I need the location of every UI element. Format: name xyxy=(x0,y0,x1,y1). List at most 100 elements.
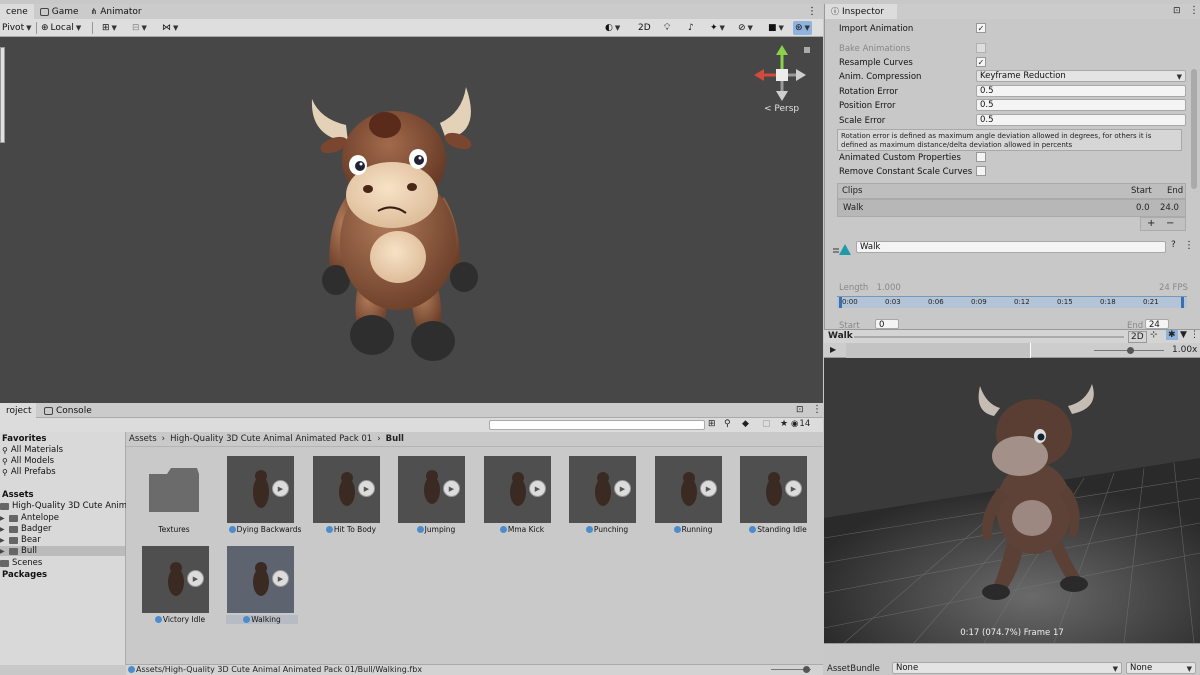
y-axis-cone[interactable] xyxy=(776,45,788,55)
neg-y-axis-cone[interactable] xyxy=(776,91,788,101)
orientation-gizmo[interactable] xyxy=(752,45,812,105)
breadcrumb-pack[interactable]: High-Quality 3D Cute Animal Animated Pac… xyxy=(170,434,372,444)
position-error-field[interactable]: 0.5 xyxy=(976,99,1186,111)
search-by-type-icon[interactable]: ⊞ xyxy=(708,419,716,429)
tab-inspector[interactable]: ⓘ Inspector xyxy=(825,4,897,19)
audio-toggle[interactable]: ♪ xyxy=(686,21,696,35)
packages-header[interactable]: Packages xyxy=(2,570,47,580)
favorite-item[interactable]: ⚲ All Models xyxy=(2,456,54,466)
preview-menu-icon[interactable]: ⋮ xyxy=(1190,330,1199,340)
start-field[interactable]: 0 xyxy=(875,319,899,330)
scene-viewport[interactable]: < Persp xyxy=(0,37,823,403)
clip-name-field[interactable]: Walk xyxy=(856,241,1166,253)
favorites-header[interactable]: Favorites xyxy=(2,434,46,444)
animated-custom-properties-checkbox[interactable] xyxy=(976,152,986,162)
clip-timeline[interactable]: 0:00 0:03 0:06 0:09 0:12 0:15 0:18 0:21 xyxy=(837,296,1187,308)
play-icon[interactable]: ▶ xyxy=(785,480,802,497)
inspector-scrollbar[interactable] xyxy=(1191,69,1197,189)
preview-2d-toggle[interactable]: 2D xyxy=(1128,331,1147,343)
search-by-label-icon[interactable]: ⚲ xyxy=(724,419,731,429)
animation-preview-viewport[interactable]: 0:17 (074.7%) Frame 17 xyxy=(824,358,1200,643)
tab-console[interactable]: Console xyxy=(38,403,98,418)
gizmos-dropdown[interactable]: ⊛ ▼ xyxy=(793,21,812,35)
tag-icon[interactable]: ◆ xyxy=(742,419,749,429)
timeline-end-marker[interactable] xyxy=(1181,297,1184,308)
tree-item-scenes[interactable]: Scenes xyxy=(0,558,42,568)
play-icon[interactable]: ▶ xyxy=(443,480,460,497)
asset-bundle-variant-dropdown[interactable]: None ▼ xyxy=(1126,662,1196,674)
pivot-dropdown[interactable]: Pivot ▼ xyxy=(0,21,33,35)
chevron-right-icon: ▶ xyxy=(0,547,5,555)
play-icon[interactable]: ▶ xyxy=(529,480,546,497)
anim-compression-dropdown[interactable]: Keyframe Reduction ▼ xyxy=(976,70,1186,82)
favorite-star-icon[interactable]: ★ xyxy=(780,419,788,429)
import-animation-checkbox[interactable]: ✓ xyxy=(976,23,986,33)
speed-slider-thumb[interactable] xyxy=(1127,347,1134,354)
grid-snap-button[interactable]: ⊞ ▼ xyxy=(100,21,119,35)
panel-menu-icon[interactable]: ⋮ xyxy=(812,404,822,415)
play-icon[interactable]: ▶ xyxy=(614,480,631,497)
play-icon[interactable]: ▶ xyxy=(272,570,289,587)
remove-clip-button[interactable]: − xyxy=(1166,218,1174,229)
tree-item-root[interactable]: High-Quality 3D Cute Anima xyxy=(0,501,132,511)
slider-thumb[interactable] xyxy=(803,666,810,673)
play-icon[interactable]: ▶ xyxy=(272,480,289,497)
rotation-error-field[interactable]: 0.5 xyxy=(976,85,1186,97)
pivot-icon[interactable]: ⊹ xyxy=(1150,330,1158,340)
preview-timeline[interactable] xyxy=(846,343,1030,358)
timeline-start-marker[interactable] xyxy=(839,297,842,308)
add-clip-button[interactable]: + xyxy=(1147,218,1155,229)
avatar-icon[interactable]: ✱ xyxy=(1166,330,1178,340)
hidden-objects-dropdown[interactable]: ⊘ ▼ xyxy=(736,21,755,35)
clip-menu-icon[interactable]: ⋮ xyxy=(1184,240,1194,251)
bake-animations-checkbox[interactable] xyxy=(976,43,986,53)
project-search-input[interactable] xyxy=(489,420,705,430)
effects-dropdown[interactable]: ✦ ▼ xyxy=(708,21,727,35)
preview-resize-handle[interactable] xyxy=(854,336,1124,338)
lock-icon[interactable]: ⊡ xyxy=(796,405,804,415)
play-icon[interactable]: ▶ xyxy=(830,345,836,354)
perspective-label[interactable]: < Persp xyxy=(764,104,799,114)
breadcrumb-assets[interactable]: Assets xyxy=(129,434,157,444)
increment-snap-button[interactable]: ⊟ ▼ xyxy=(130,21,149,35)
tree-item-bear[interactable]: ▶ Bear xyxy=(0,535,41,545)
play-icon[interactable]: ▶ xyxy=(187,570,204,587)
tab-animator[interactable]: ⋔ Animator xyxy=(85,4,148,19)
neg-x-axis-cone[interactable] xyxy=(796,69,806,81)
favorite-item[interactable]: ⚲ All Prefabs xyxy=(2,467,56,477)
help-icon[interactable]: ? xyxy=(1171,240,1176,250)
shading-mode-dropdown[interactable]: ◐ ▼ xyxy=(603,21,622,35)
2d-toggle[interactable]: 2D xyxy=(636,21,653,35)
end-field[interactable]: 24 xyxy=(1145,319,1169,330)
preview-playhead[interactable] xyxy=(1030,343,1031,358)
resample-curves-checkbox[interactable]: ✓ xyxy=(976,57,986,67)
tree-item-antelope[interactable]: ▶ Antelope xyxy=(0,513,59,523)
x-axis-cone[interactable] xyxy=(754,69,764,81)
panel-menu-icon[interactable]: ⋮ xyxy=(1189,5,1199,16)
tab-game[interactable]: Game xyxy=(34,4,85,19)
asset-bundle-name-dropdown[interactable]: None ▼ xyxy=(892,662,1122,674)
play-icon[interactable]: ▶ xyxy=(700,480,717,497)
play-icon[interactable]: ▶ xyxy=(358,480,375,497)
align-button[interactable]: ⋈ ▼ xyxy=(160,21,180,35)
tab-project[interactable]: roject xyxy=(0,403,36,418)
breadcrumb-bull[interactable]: Bull xyxy=(386,434,404,444)
lighting-toggle[interactable]: 💡︎ xyxy=(662,21,672,35)
lock-icon[interactable]: ⊡ xyxy=(1173,6,1181,16)
remove-constant-scale-curves-checkbox[interactable] xyxy=(976,166,986,176)
assets-header[interactable]: Assets xyxy=(2,490,34,500)
hidden-packages-icon[interactable]: ▢ xyxy=(762,419,771,429)
lock-icon[interactable] xyxy=(804,47,810,53)
camera-dropdown[interactable]: ■ ▼ xyxy=(766,21,786,35)
local-dropdown[interactable]: ⊕ Local ▼ xyxy=(39,21,83,35)
gizmo-center-cube[interactable] xyxy=(776,69,788,81)
scene-menu-button[interactable]: ⋮ xyxy=(801,4,823,19)
scene-tool-overlay[interactable] xyxy=(0,47,5,143)
tree-item-badger[interactable]: ▶ Badger xyxy=(0,524,52,534)
scale-error-field[interactable]: 0.5 xyxy=(976,114,1186,126)
favorite-item[interactable]: ⚲ All Materials xyxy=(2,445,63,455)
tab-scene[interactable]: cene xyxy=(0,4,34,19)
clip-row[interactable]: Walk 0.0 24.0 xyxy=(837,199,1186,217)
chevron-down-icon[interactable]: ▼ xyxy=(1180,330,1187,340)
tree-item-bull[interactable]: ▶ Bull xyxy=(0,546,125,556)
